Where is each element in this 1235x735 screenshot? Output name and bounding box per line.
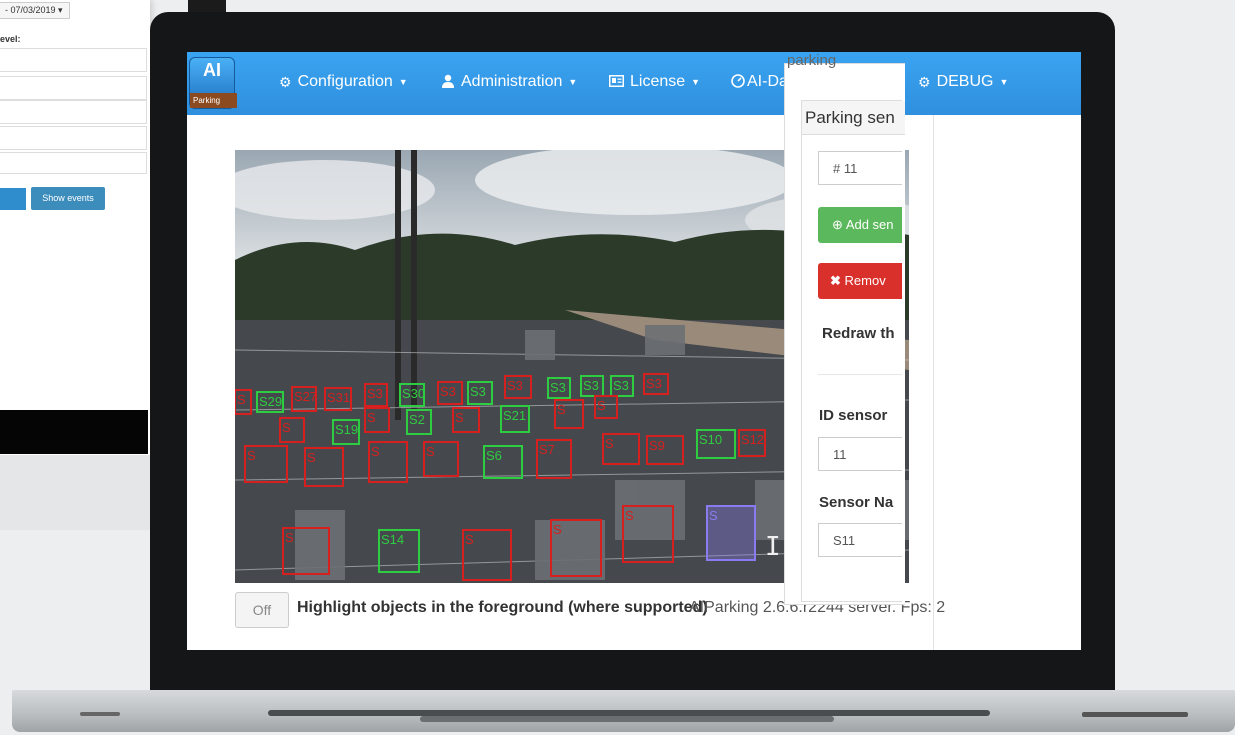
add-sensor-label: Add sen (845, 217, 894, 232)
close-icon: ✖ (830, 273, 841, 288)
redraw-label: Redraw th (822, 325, 895, 342)
laptop-port (80, 712, 120, 716)
background-monitor: - 07/03/2019 ▾ evel: Show events (0, 0, 150, 455)
monitor-bezel-strip (0, 410, 148, 454)
plus-circle-icon: ⊕ (832, 217, 843, 232)
id-sensor-field[interactable]: 11 (818, 437, 902, 471)
divider (818, 374, 902, 375)
date-range-picker[interactable]: - 07/03/2019 ▾ (0, 2, 70, 19)
filter-field[interactable] (0, 48, 147, 72)
monitor-stand (0, 455, 150, 530)
remove-sensor-button[interactable]: ✖ Remov (818, 263, 902, 299)
level-label: evel: (0, 34, 21, 44)
laptop-opening-notch (420, 716, 834, 722)
show-events-button[interactable]: Show events (31, 187, 105, 210)
id-sensor-label: ID sensor (819, 407, 888, 424)
panel-heading-text: parking (787, 52, 837, 69)
sensor-select[interactable]: # 11 (818, 151, 902, 185)
add-sensor-button[interactable]: ⊕ Add sen (818, 207, 902, 243)
parking-sensor-panel-title: Parking sen (802, 101, 905, 135)
remove-sensor-label: Remov (844, 273, 886, 288)
filter-field[interactable] (0, 76, 147, 100)
laptop-port (1082, 712, 1188, 717)
filter-field[interactable] (0, 152, 147, 174)
filter-field[interactable] (0, 126, 147, 150)
sensor-name-label: Sensor Na (819, 494, 894, 511)
sensor-name-field[interactable]: S11 (818, 523, 902, 557)
filter-field[interactable] (0, 100, 147, 124)
search-button[interactable] (0, 188, 26, 210)
